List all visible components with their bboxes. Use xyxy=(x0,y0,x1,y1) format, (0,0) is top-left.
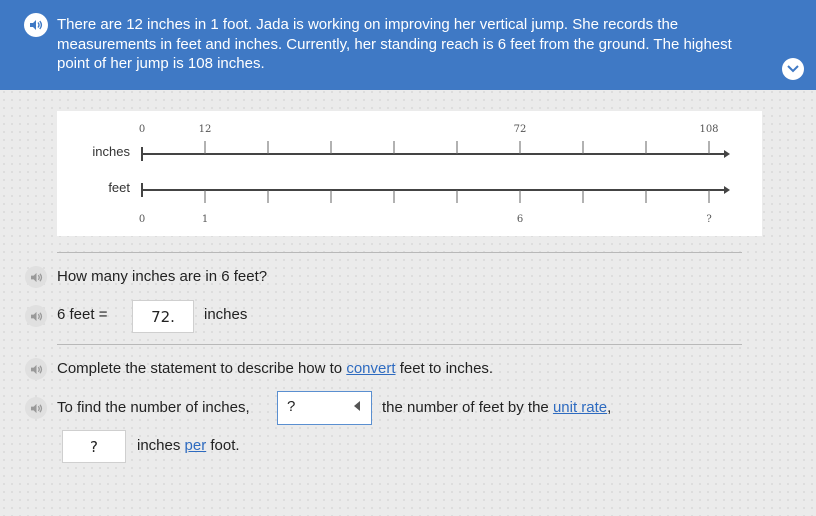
speaker-icon xyxy=(30,311,42,321)
operation-select[interactable]: ? xyxy=(277,391,372,425)
inches-axis-arrow xyxy=(724,150,730,158)
operation-select-value: ? xyxy=(287,398,296,415)
question2-prompt-end: feet to inches. xyxy=(395,360,494,377)
question2-audio-button[interactable] xyxy=(25,358,47,380)
double-number-line: inches feet 0 0 12 1 72 6 108? xyxy=(57,111,762,236)
problem-text: There are 12 inches in 1 foot. Jada is w… xyxy=(57,16,732,72)
speaker-icon xyxy=(30,364,42,374)
feet-line-label: feet xyxy=(108,180,130,195)
speaker-icon xyxy=(30,403,42,413)
statement-end: inches per foot. xyxy=(137,437,240,454)
divider xyxy=(57,344,742,345)
inches-tick-label: 72 xyxy=(514,124,527,135)
statement-comma: , xyxy=(607,399,612,416)
chevron-down-icon xyxy=(787,65,799,73)
inches-line-label: inches xyxy=(92,144,130,159)
inches-answer-input[interactable]: 72. xyxy=(132,300,194,333)
inches-tick-label: 0 xyxy=(139,124,145,135)
feet-tick-label: 1 xyxy=(202,214,208,225)
statement-end-text: inches xyxy=(137,437,185,454)
feet-tick-label: 6 xyxy=(517,214,523,225)
statement-start: To find the number of inches, xyxy=(57,399,250,416)
number-line-svg: inches feet 0 0 12 1 72 6 108? xyxy=(92,124,730,225)
divider xyxy=(57,252,742,253)
speaker-icon xyxy=(30,20,43,30)
question2-prompt: Complete the statement to describe how t… xyxy=(57,360,493,377)
feet-tick-label: ? xyxy=(706,214,711,225)
unit-rate-link[interactable]: unit rate xyxy=(553,399,607,416)
speaker-icon xyxy=(30,272,42,282)
question2-prompt-text: Complete the statement to describe how t… xyxy=(57,360,347,377)
inches-tick-label: 12 xyxy=(199,124,212,135)
feet-axis-arrow xyxy=(724,186,730,194)
answer1-suffix: inches xyxy=(204,306,248,323)
unit-rate-input[interactable]: ? xyxy=(62,430,126,463)
inches-tick-label: 108 xyxy=(699,124,718,135)
question1-audio-button[interactable] xyxy=(25,266,47,288)
statement-middle: the number of feet by the unit rate, xyxy=(382,399,611,416)
collapse-button[interactable] xyxy=(782,58,804,80)
problem-header: There are 12 inches in 1 foot. Jada is w… xyxy=(0,0,816,90)
answer1-prefix: 6 feet = xyxy=(57,306,108,323)
statement-end-tail: foot. xyxy=(206,437,240,454)
statement-audio-button[interactable] xyxy=(25,397,47,419)
per-link[interactable]: per xyxy=(185,437,207,454)
statement-middle-text: the number of feet by the xyxy=(382,399,553,416)
feet-tick-label: 0 xyxy=(139,214,145,225)
answer1-audio-button[interactable] xyxy=(25,305,47,327)
convert-link[interactable]: convert xyxy=(346,360,395,377)
caret-left-icon xyxy=(354,401,360,411)
header-audio-button[interactable] xyxy=(24,13,48,37)
question1-text: How many inches are in 6 feet? xyxy=(57,268,268,285)
